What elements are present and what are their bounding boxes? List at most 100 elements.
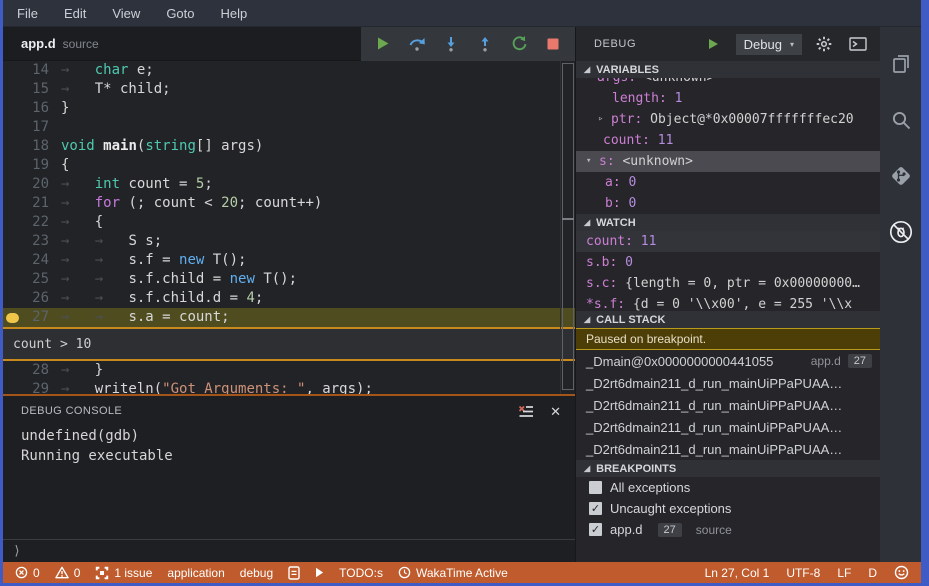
gutter-space[interactable] xyxy=(3,194,21,213)
status-item-todo-s[interactable]: TODO:s xyxy=(339,566,383,580)
step-into-button[interactable] xyxy=(439,32,463,56)
variable-row[interactable]: length: 1 xyxy=(576,88,880,109)
gutter-space[interactable] xyxy=(3,289,21,308)
files-icon[interactable] xyxy=(888,51,914,77)
gutter-space[interactable] xyxy=(3,380,21,394)
code-line[interactable]: 22 → { xyxy=(3,213,575,232)
code-line[interactable]: 27 → → s.a = count; xyxy=(3,308,575,327)
start-debug-icon[interactable] xyxy=(702,32,726,56)
menu-item-edit[interactable]: Edit xyxy=(64,6,86,21)
status-item-d[interactable]: D xyxy=(868,566,877,580)
restart-button[interactable] xyxy=(507,32,531,56)
status-item-debug[interactable]: debug xyxy=(240,566,273,580)
status-item-application[interactable]: application xyxy=(167,566,224,580)
call-stack-frame[interactable]: _D2rt6dmain211_d_run_mainUiPPaPUAA… xyxy=(576,438,880,460)
status-item-1-issue[interactable]: 1 issue xyxy=(95,566,152,580)
variable-row[interactable]: count: 11 xyxy=(576,130,880,151)
status-item-utf-8[interactable]: UTF-8 xyxy=(786,566,820,580)
code-line[interactable]: 29 → writeln("Got Arguments: ", args); xyxy=(3,380,575,394)
breakpoints-section-header[interactable]: ◢ BREAKPOINTS xyxy=(576,460,880,477)
continue-button[interactable] xyxy=(371,32,395,56)
variable-row[interactable]: count: 11 xyxy=(576,231,880,252)
breakpoint-checkbox[interactable]: ✓ xyxy=(589,523,602,536)
code-line[interactable]: 15 → T* child; xyxy=(3,80,575,99)
menu-item-view[interactable]: View xyxy=(112,6,140,21)
debug-icon[interactable] xyxy=(888,219,914,245)
code-line[interactable]: 17 xyxy=(3,118,575,137)
call-stack-frame[interactable]: _D2rt6dmain211_d_run_mainUiPPaPUAA… xyxy=(576,416,880,438)
gutter-space[interactable] xyxy=(3,270,21,289)
status-item-0[interactable]: 0 xyxy=(54,566,80,580)
code-line[interactable]: 26 → → s.f.child.d = 4; xyxy=(3,289,575,308)
variables-section-header[interactable]: ◢ VARIABLES xyxy=(576,61,880,78)
variable-row[interactable]: s.c: {length = 0, ptr = 0x00000000… xyxy=(576,273,880,294)
step-over-button[interactable] xyxy=(405,32,429,56)
variable-row[interactable]: s.b: 0 xyxy=(576,252,880,273)
gutter-space[interactable] xyxy=(3,61,21,80)
breakpoint-item[interactable]: ✓ app.d 27 source xyxy=(576,519,880,540)
gutter-space[interactable] xyxy=(3,80,21,99)
code-line[interactable]: 18 void main(string[] args) xyxy=(3,137,575,156)
status-item-wakatime-active[interactable]: WakaTime Active xyxy=(398,566,508,580)
code-line[interactable]: 28 → } xyxy=(3,361,575,380)
call-stack-frame[interactable]: _D2rt6dmain211_d_run_mainUiPPaPUAA… xyxy=(576,394,880,416)
stop-button[interactable] xyxy=(541,32,565,56)
gutter-space[interactable] xyxy=(3,99,21,118)
breakpoint-condition-widget[interactable]: count > 10 xyxy=(3,327,575,361)
gutter-space[interactable] xyxy=(3,361,21,380)
twistie-icon[interactable]: ▾ xyxy=(586,151,599,172)
gutter-space[interactable] xyxy=(3,156,21,175)
scrollbar-handle[interactable] xyxy=(562,63,574,390)
code-line[interactable]: 25 → → s.f.child = new T(); xyxy=(3,270,575,289)
gutter-space[interactable] xyxy=(3,175,21,194)
breakpoint-indicator[interactable] xyxy=(3,308,21,327)
menu-item-help[interactable]: Help xyxy=(221,6,248,21)
gutter-space[interactable] xyxy=(3,251,21,270)
watch-section-header[interactable]: ◢ WATCH xyxy=(576,214,880,231)
call-stack-frame[interactable]: _Dmain@0x0000000000441055 app.d 27 xyxy=(576,350,880,372)
editor-scrollbar[interactable] xyxy=(560,61,575,394)
debug-console-input[interactable]: ⟩ xyxy=(3,539,575,562)
status-item-0[interactable]: 0 xyxy=(15,566,40,580)
status-item-doc[interactable] xyxy=(288,565,300,580)
variable-row[interactable]: ▾ s: <unknown> xyxy=(576,151,880,172)
menu-item-file[interactable]: File xyxy=(17,6,38,21)
source-control-icon[interactable] xyxy=(888,163,914,189)
twistie-icon[interactable]: ▾ xyxy=(584,78,597,88)
breakpoint-checkbox[interactable] xyxy=(589,481,602,494)
variable-row[interactable]: b: 0 xyxy=(576,193,880,214)
search-icon[interactable] xyxy=(888,107,914,133)
code-line[interactable]: 21 → for (; count < 20; count++) xyxy=(3,194,575,213)
code-line[interactable]: 19 { xyxy=(3,156,575,175)
gutter-space[interactable] xyxy=(3,213,21,232)
code-line[interactable]: 16} xyxy=(3,99,575,118)
open-console-icon[interactable] xyxy=(846,32,870,56)
gear-icon[interactable] xyxy=(812,32,836,56)
gutter-space[interactable] xyxy=(3,232,21,251)
variable-row[interactable]: ▹ ptr: Object@*0x00007fffffffec20 xyxy=(576,109,880,130)
twistie-icon[interactable]: ▹ xyxy=(598,109,611,130)
close-console-icon[interactable]: ✕ xyxy=(550,405,561,418)
tab-app-d[interactable]: app.d source xyxy=(3,27,117,60)
clear-console-icon[interactable] xyxy=(518,403,534,419)
gutter-space[interactable] xyxy=(3,118,21,137)
code-line[interactable]: 24 → → s.f = new T(); xyxy=(3,251,575,270)
breakpoint-item[interactable]: ✓ Uncaught exceptions xyxy=(576,498,880,519)
debug-config-dropdown[interactable]: Debug ▾ xyxy=(735,33,802,55)
status-item-play[interactable] xyxy=(315,567,324,578)
menu-item-goto[interactable]: Goto xyxy=(166,6,194,21)
variable-row[interactable]: *s.f: {d = 0 '\\x00', e = 255 '\\x xyxy=(576,294,880,311)
code-line[interactable]: 14 → char e; xyxy=(3,61,575,80)
call-stack-section-header[interactable]: ◢ CALL STACK xyxy=(576,311,880,328)
gutter-space[interactable] xyxy=(3,137,21,156)
variable-row[interactable]: a: 0 xyxy=(576,172,880,193)
status-item-lf[interactable]: LF xyxy=(837,566,851,580)
call-stack-frame[interactable]: _D2rt6dmain211_d_run_mainUiPPaPUAA… xyxy=(576,372,880,394)
code-line[interactable]: 23 → → S s; xyxy=(3,232,575,251)
step-out-button[interactable] xyxy=(473,32,497,56)
variable-row[interactable]: ▾args: <unknown> xyxy=(576,78,880,88)
status-item-smiley[interactable] xyxy=(894,565,909,580)
breakpoint-item[interactable]: All exceptions xyxy=(576,477,880,498)
breakpoint-checkbox[interactable]: ✓ xyxy=(589,502,602,515)
status-item-ln-27-col-1[interactable]: Ln 27, Col 1 xyxy=(705,566,770,580)
